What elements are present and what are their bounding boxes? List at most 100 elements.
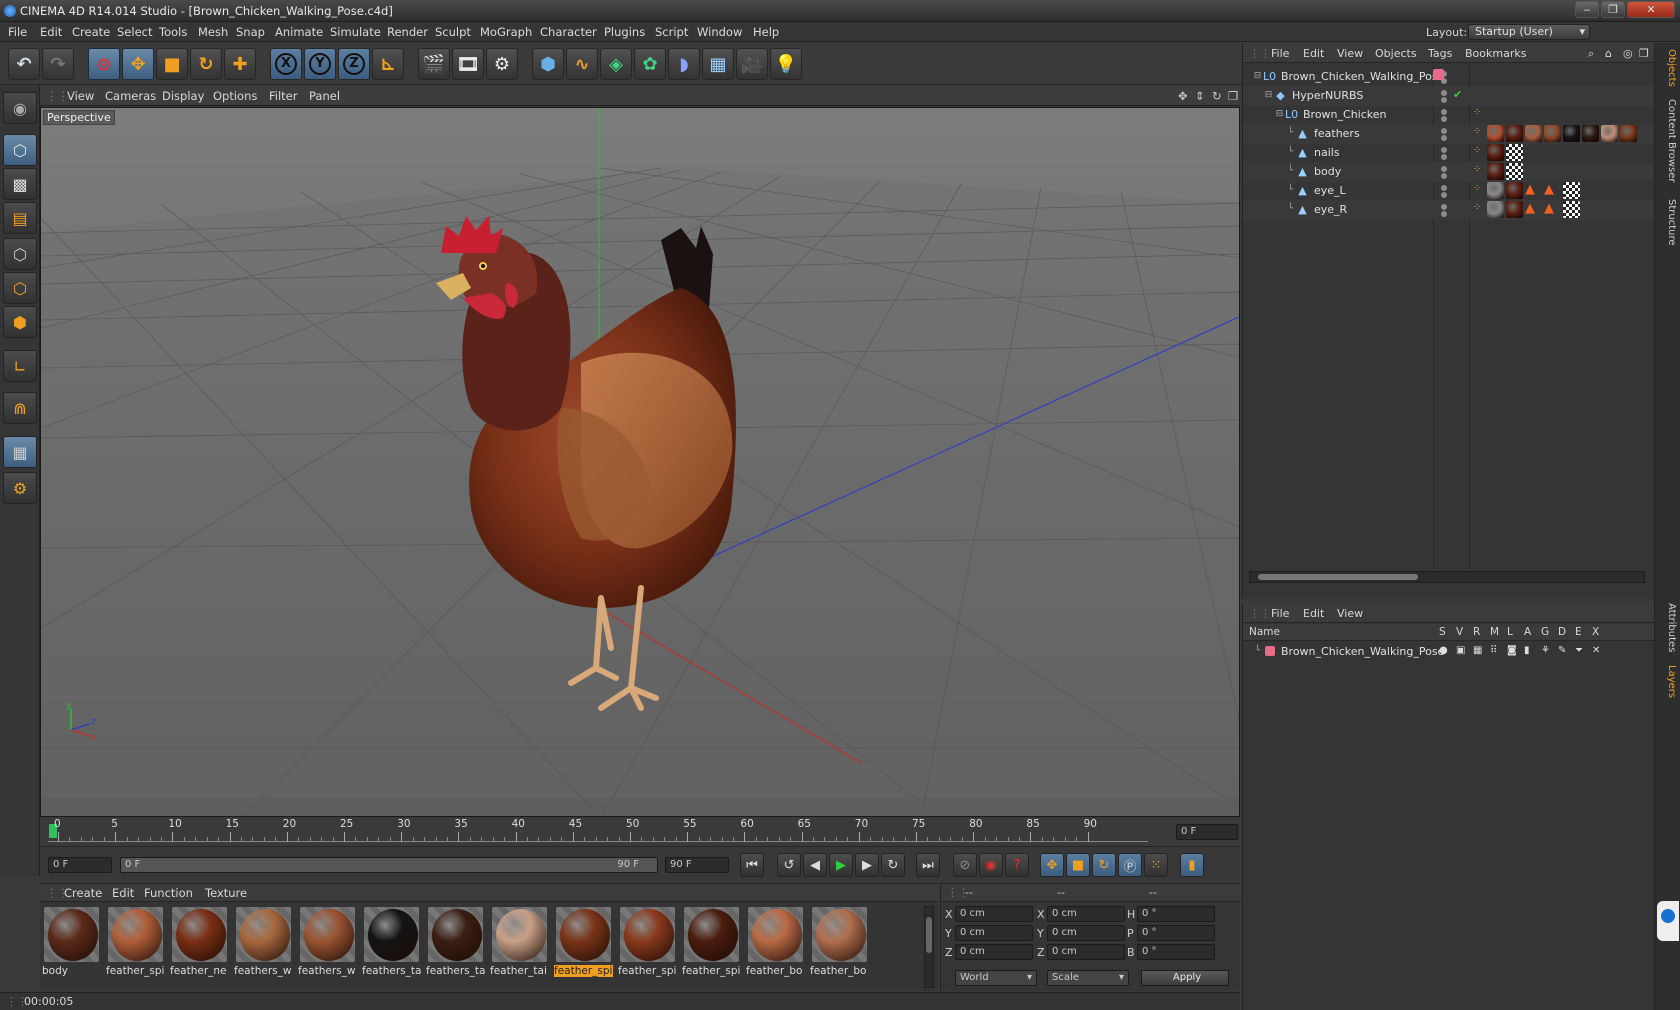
layer-flag-toggle-icon[interactable]: ▣ xyxy=(1456,645,1465,656)
render-visibility-dot[interactable] xyxy=(1441,116,1447,122)
close-button[interactable]: ✕ xyxy=(1627,1,1675,18)
tab-objects[interactable]: Objects xyxy=(1659,49,1677,87)
layer-flag-header[interactable]: M xyxy=(1490,626,1499,638)
snap-button[interactable]: ⋒ xyxy=(3,392,37,424)
key-pla-button[interactable]: ⁙ xyxy=(1144,853,1168,877)
current-frame-field[interactable]: 0 F xyxy=(1176,824,1238,840)
keyframe-selection-button[interactable]: ? xyxy=(1005,853,1029,877)
texture-tag-icon[interactable] xyxy=(1487,163,1504,180)
polygons-mode-button[interactable]: ⬢ xyxy=(3,306,37,338)
search-icon[interactable]: ⌕ xyxy=(1588,47,1594,61)
layer-menu-file[interactable]: File xyxy=(1271,607,1289,620)
material-item[interactable]: feather_spi xyxy=(106,905,165,980)
layer-menu-view[interactable]: View xyxy=(1337,607,1363,620)
editor-visibility-dot[interactable] xyxy=(1441,147,1447,153)
layer-color-swatch[interactable] xyxy=(1265,646,1275,656)
menu-help[interactable]: Help xyxy=(753,25,779,39)
go-to-end-button[interactable]: ⏭ xyxy=(916,853,940,877)
uvw-tag-icon[interactable] xyxy=(1506,144,1523,161)
layer-flag-header[interactable]: L xyxy=(1507,626,1513,638)
move-view-icon[interactable]: ✥ xyxy=(1178,89,1188,103)
layer-menu-edit[interactable]: Edit xyxy=(1303,607,1324,620)
object-menu-bookmarks[interactable]: Bookmarks xyxy=(1465,47,1526,60)
texture-tag-icon[interactable] xyxy=(1506,201,1523,218)
rotate-button[interactable]: ↻ xyxy=(190,48,222,80)
play-button[interactable]: ▶ xyxy=(829,853,853,877)
material-item[interactable]: feather_spi xyxy=(682,905,741,980)
layer-flag-toggle-icon[interactable]: ▦ xyxy=(1473,645,1482,656)
coordinate-system-button[interactable]: ⊾ xyxy=(372,48,404,80)
object-row[interactable]: ⊟ L0 Brown_Chicken ⁘ xyxy=(1243,105,1655,125)
texture-tag-icon[interactable] xyxy=(1525,125,1542,142)
object-menu-edit[interactable]: Edit xyxy=(1303,47,1324,60)
toggle-view-icon[interactable]: ❐ xyxy=(1228,89,1238,103)
material-menu-texture[interactable]: Texture xyxy=(205,886,247,900)
material-item[interactable]: feather_tai xyxy=(490,905,549,980)
timeline-button[interactable]: ▮ xyxy=(1180,853,1204,877)
layer-flag-toggle-icon[interactable]: ⏷ xyxy=(1575,645,1583,656)
render-view-button[interactable]: 🎬 xyxy=(418,48,450,80)
coord-mode-select[interactable]: Scale ▾ xyxy=(1047,970,1129,986)
selection-tag-icon[interactable]: ▲ xyxy=(1544,201,1561,218)
object-menu-file[interactable]: File xyxy=(1271,47,1289,60)
tab-content-browser[interactable]: Content Browser xyxy=(1659,99,1677,182)
phong-tag-icon[interactable]: ⁘ xyxy=(1473,202,1481,213)
material-scrollbar[interactable] xyxy=(924,906,934,988)
key-rotation-button[interactable]: ↻ xyxy=(1092,853,1116,877)
enabled-check-icon[interactable]: ✔ xyxy=(1453,88,1462,101)
rotation-field[interactable]: 0 ° xyxy=(1137,925,1215,941)
make-editable-button[interactable]: ◉ xyxy=(3,92,37,124)
nurbs-button[interactable]: ◈ xyxy=(600,48,632,80)
object-row[interactable]: └ ▲ body ⁘ xyxy=(1243,162,1655,182)
editor-visibility-dot[interactable] xyxy=(1441,128,1447,134)
array-button[interactable]: ✿ xyxy=(634,48,666,80)
next-key-button[interactable]: ↻ xyxy=(881,853,905,877)
material-menu-edit[interactable]: Edit xyxy=(112,886,134,900)
menu-tools[interactable]: Tools xyxy=(159,25,187,39)
live-selection-button[interactable]: ⊙ xyxy=(88,48,120,80)
model-mode-button[interactable]: ⬡ xyxy=(3,134,37,166)
next-frame-button[interactable]: ▶ xyxy=(855,853,879,877)
menu-select[interactable]: Select xyxy=(117,25,152,39)
texture-tag-icon[interactable] xyxy=(1506,182,1523,199)
uvw-tag-icon[interactable] xyxy=(1506,163,1523,180)
start-frame-field[interactable]: 0 F xyxy=(48,857,112,873)
phong-tag-icon[interactable]: ⁘ xyxy=(1473,145,1481,156)
undo-button[interactable]: ↶ xyxy=(8,48,40,80)
auto-keying-button[interactable]: ◉ xyxy=(979,853,1003,877)
scroll-thumb[interactable] xyxy=(926,917,932,953)
minimize-button[interactable]: ‒ xyxy=(1575,1,1599,18)
object-row[interactable]: └ ▲ eye_L ⁘ ▲ ▲ xyxy=(1243,181,1655,201)
layer-flag-toggle-icon[interactable]: ✎ xyxy=(1558,645,1566,656)
texture-tag-icon[interactable] xyxy=(1582,125,1599,142)
key-position-button[interactable]: ✥ xyxy=(1040,853,1064,877)
scroll-thumb[interactable] xyxy=(1258,574,1418,580)
texture-tag-icon[interactable] xyxy=(1601,125,1618,142)
light-button[interactable]: 💡 xyxy=(770,48,802,80)
material-item[interactable]: feather_ne xyxy=(170,905,229,980)
size-field[interactable]: 0 cm xyxy=(1047,906,1125,922)
texture-tag-icon[interactable] xyxy=(1563,125,1580,142)
tab-layers[interactable]: Layers xyxy=(1659,665,1677,698)
layer-flag-toggle-icon[interactable]: ⠿ xyxy=(1490,645,1497,656)
add-button[interactable]: ✚ xyxy=(224,48,256,80)
menu-render[interactable]: Render xyxy=(387,25,428,39)
tab-structure[interactable]: Structure xyxy=(1659,199,1677,246)
render-settings-button[interactable]: ⚙ xyxy=(486,48,518,80)
viewport-menu-cameras[interactable]: Cameras xyxy=(105,89,156,103)
deformer-button[interactable]: ◗ xyxy=(668,48,700,80)
locked-workplane-button[interactable]: ⚙ xyxy=(3,472,37,504)
previous-frame-button[interactable]: ◀ xyxy=(803,853,827,877)
layer-flag-header[interactable]: S xyxy=(1439,626,1446,638)
selection-tag-icon[interactable]: ▲ xyxy=(1544,182,1561,199)
menu-create[interactable]: Create xyxy=(72,25,110,39)
layer-flag-toggle-icon[interactable]: ⚘ xyxy=(1541,645,1550,656)
points-mode-button[interactable]: ⬡ xyxy=(3,238,37,270)
camera-button[interactable]: 🎥 xyxy=(736,48,768,80)
phong-tag-icon[interactable]: ⁘ xyxy=(1473,164,1481,175)
rotate-view-icon[interactable]: ↻ xyxy=(1212,89,1222,103)
move-button[interactable]: ✥ xyxy=(122,48,154,80)
menu-mesh[interactable]: Mesh xyxy=(198,25,228,39)
apply-button[interactable]: Apply xyxy=(1141,970,1229,986)
layer-flag-toggle-icon[interactable]: ✕ xyxy=(1592,645,1600,656)
